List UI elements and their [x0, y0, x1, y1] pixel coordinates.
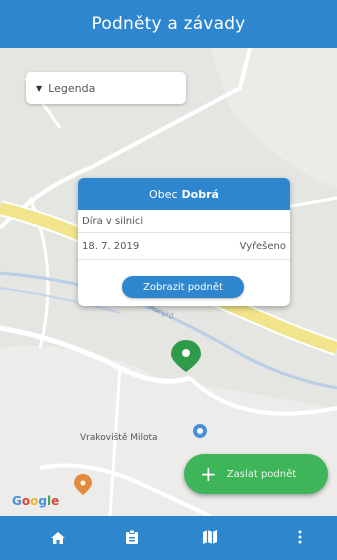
popup-meta-row: 18. 7. 2019 Vyřešeno [78, 233, 290, 260]
nav-home[interactable] [36, 516, 80, 560]
popup-header: Obec Dobrá [78, 178, 290, 210]
home-icon [51, 529, 65, 548]
poi-label: Vrakoviště Milota [80, 433, 158, 443]
issue-popup: Obec Dobrá Díra v silnici 18. 7. 2019 Vy… [78, 178, 290, 306]
plus-icon: + [200, 462, 217, 486]
app-header: Podněty a závady [0, 0, 337, 48]
nav-map[interactable] [188, 516, 232, 560]
clipboard-icon [126, 529, 138, 548]
popup-title-name: Dobrá [181, 187, 219, 201]
issue-name: Díra v silnici [82, 215, 144, 227]
google-logo: Google [12, 494, 60, 508]
issue-status: Vyřešeno [239, 240, 286, 252]
send-issue-label: Zaslat podnět [226, 468, 297, 480]
popup-issue-row: Díra v silnici [78, 210, 290, 233]
bottom-nav [0, 516, 337, 560]
caret-down-icon: ▼ [36, 83, 43, 93]
page-title: Podněty a závady [91, 14, 246, 34]
map-icon [203, 529, 217, 548]
legend-label: Legenda [48, 81, 96, 95]
show-issue-button[interactable]: Zobrazit podnět [122, 276, 244, 298]
legend-toggle[interactable]: ▼ Legenda [26, 72, 186, 104]
more-vertical-icon [298, 529, 302, 548]
nav-issues[interactable] [110, 516, 154, 560]
send-issue-button[interactable]: + Zaslat podnět [184, 454, 328, 494]
issue-date: 18. 7. 2019 [82, 240, 140, 252]
popup-title-prefix: Obec [149, 187, 178, 201]
nav-more[interactable] [278, 516, 322, 560]
